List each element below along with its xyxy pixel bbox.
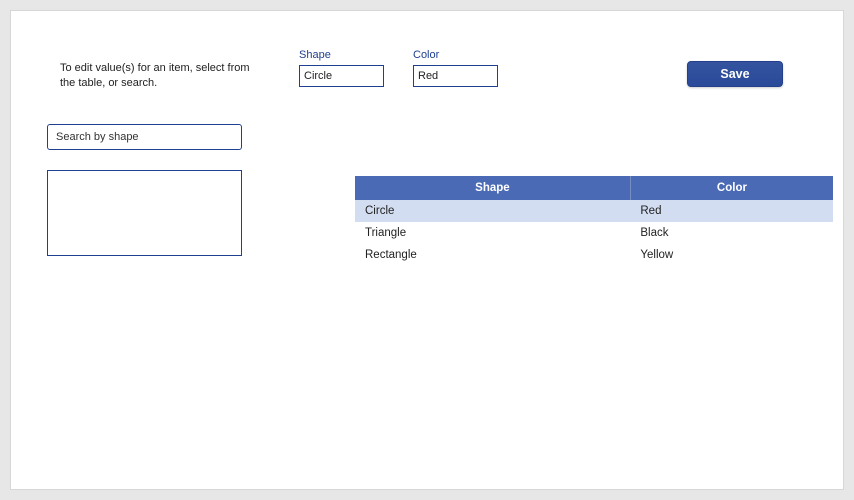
shape-input[interactable] (299, 65, 384, 87)
search-input[interactable] (47, 124, 242, 150)
table-header-shape: Shape (355, 176, 630, 200)
shape-field-group: Shape (299, 49, 384, 87)
table-row[interactable]: Rectangle Yellow (355, 244, 833, 266)
shape-label: Shape (299, 49, 384, 61)
instructions-text: To edit value(s) for an item, select fro… (60, 61, 250, 91)
table-cell-color: Black (630, 222, 833, 244)
save-button[interactable]: Save (687, 61, 783, 87)
table-cell-shape: Triangle (355, 222, 630, 244)
table-cell-color: Yellow (630, 244, 833, 266)
color-input[interactable] (413, 65, 498, 87)
color-label: Color (413, 49, 498, 61)
table-header-color: Color (630, 176, 833, 200)
table-row[interactable]: Triangle Black (355, 222, 833, 244)
table-cell-shape: Rectangle (355, 244, 630, 266)
table-cell-color: Red (630, 200, 833, 222)
search-results-list[interactable] (47, 170, 242, 256)
color-field-group: Color (413, 49, 498, 87)
app-canvas: To edit value(s) for an item, select fro… (10, 10, 844, 490)
table-cell-shape: Circle (355, 200, 630, 222)
items-table: Shape Color Circle Red Triangle Black Re… (355, 176, 833, 266)
table-row[interactable]: Circle Red (355, 200, 833, 222)
table-header-row: Shape Color (355, 176, 833, 200)
